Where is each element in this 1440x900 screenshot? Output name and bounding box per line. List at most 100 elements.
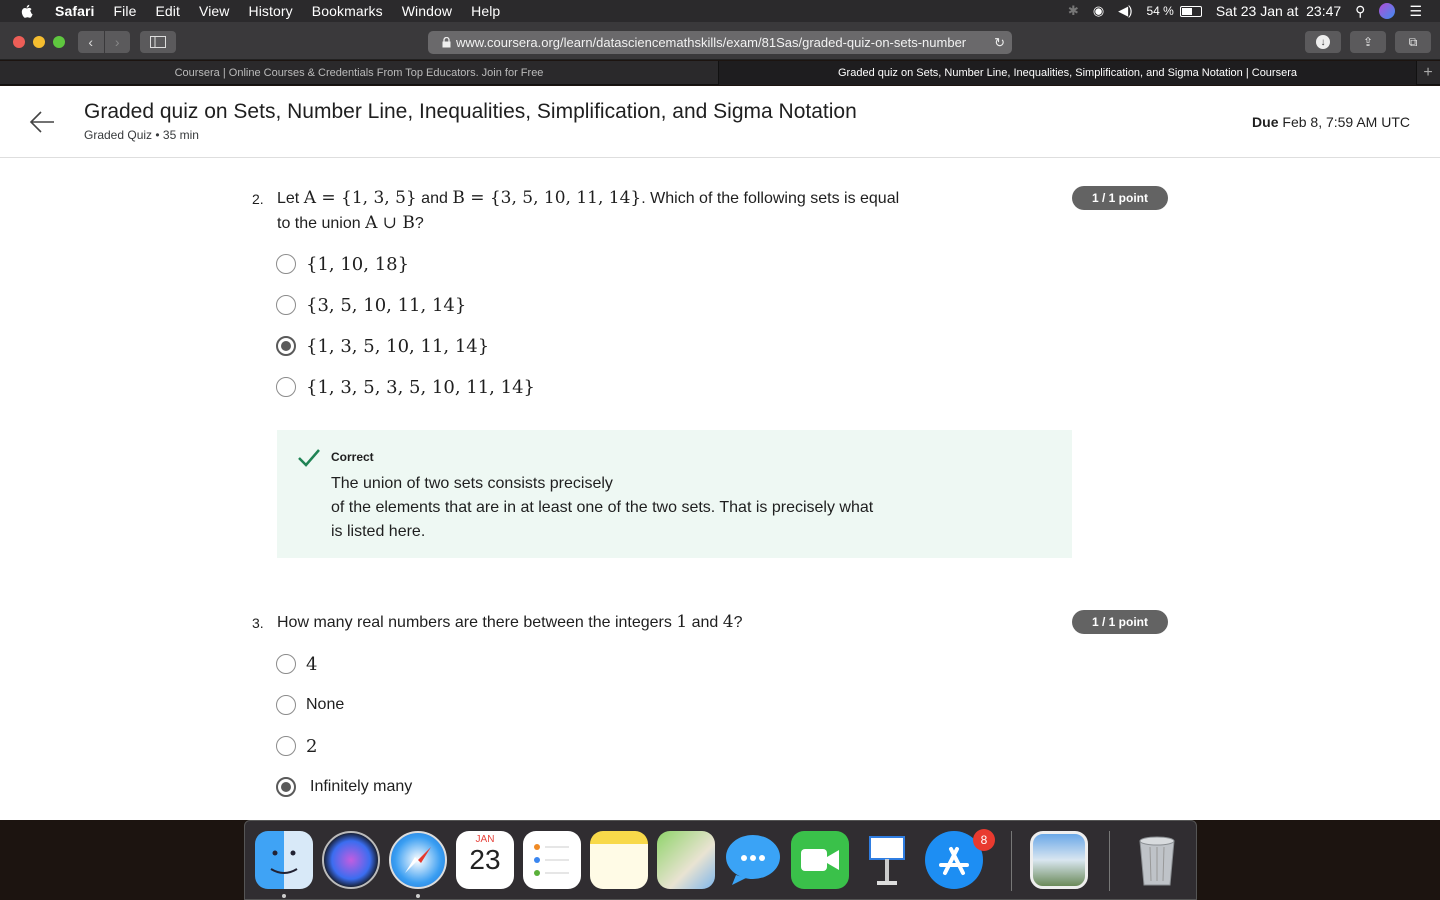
answer-option[interactable]: {3, 5, 10, 11, 14} xyxy=(276,294,466,316)
calendar-icon[interactable]: JAN 23 xyxy=(456,831,514,889)
messages-icon[interactable] xyxy=(724,831,782,889)
answer-option[interactable]: None xyxy=(276,694,344,716)
spotlight-search-icon[interactable]: ⚲ xyxy=(1355,3,1365,20)
tab-label: Graded quiz on Sets, Number Line, Inequa… xyxy=(838,67,1297,79)
radio-button[interactable] xyxy=(276,377,296,397)
facetime-icon[interactable] xyxy=(791,831,849,889)
volume-icon[interactable]: ◀︎) xyxy=(1118,3,1132,19)
menu-help[interactable]: Help xyxy=(471,3,500,19)
maps-icon[interactable] xyxy=(657,831,715,889)
menu-file[interactable]: File xyxy=(114,3,137,19)
minimize-window-button[interactable] xyxy=(33,36,45,48)
sidebar-toggle-button[interactable] xyxy=(140,31,176,53)
option-label: None xyxy=(306,696,345,713)
trash-icon[interactable] xyxy=(1128,831,1186,889)
radio-button-selected[interactable] xyxy=(276,336,296,356)
siri-icon[interactable] xyxy=(322,831,380,889)
question-text-part: and xyxy=(687,614,723,631)
history-nav: ‹ › xyxy=(78,31,130,53)
checkmark-icon xyxy=(298,449,320,467)
option-label: 4 xyxy=(306,653,318,675)
back-button[interactable]: ‹ xyxy=(78,31,104,53)
dock-separator xyxy=(1011,831,1012,891)
preview-icon[interactable] xyxy=(1030,831,1088,889)
feedback-text: The union of two sets consists precisely… xyxy=(331,472,931,544)
quiz-subtitle: Graded Quiz • 35 min xyxy=(84,128,199,142)
forward-button[interactable]: › xyxy=(103,31,131,53)
feedback-title: Correct xyxy=(331,450,374,464)
radio-button[interactable] xyxy=(276,654,296,674)
radio-button[interactable] xyxy=(276,695,296,715)
bluetooth-icon[interactable]: ✱ xyxy=(1068,3,1079,19)
answer-option[interactable]: 2 xyxy=(276,735,317,757)
menu-bookmarks[interactable]: Bookmarks xyxy=(312,3,383,19)
calendar-day: 23 xyxy=(469,844,501,875)
tabs-icon: ⧉ xyxy=(1408,34,1418,49)
radio-button[interactable] xyxy=(276,295,296,315)
keynote-icon[interactable] xyxy=(858,831,916,889)
wifi-icon[interactable]: ◉ xyxy=(1093,3,1104,19)
answer-option[interactable]: {1, 10, 18} xyxy=(276,253,409,275)
zoom-window-button[interactable] xyxy=(53,36,65,48)
clock[interactable]: Sat 23 Jan at 23:47 xyxy=(1216,3,1341,19)
tab-label: Coursera | Online Courses & Credentials … xyxy=(174,67,544,79)
option-label: 2 xyxy=(306,735,318,757)
reload-icon[interactable]: ↻ xyxy=(994,35,1005,51)
due-label: Due xyxy=(1252,114,1279,130)
option-label: Infinitely many xyxy=(310,778,413,795)
points-badge: 1 / 1 point xyxy=(1072,610,1168,634)
option-label: {1, 3, 5, 3, 5, 10, 11, 14} xyxy=(306,376,535,398)
math-expression: B = {3, 5, 10, 11, 14} xyxy=(452,188,642,208)
menu-bar: Safari File Edit View History Bookmarks … xyxy=(0,0,1440,22)
battery-icon[interactable] xyxy=(1179,5,1202,17)
menu-window[interactable]: Window xyxy=(402,3,452,19)
battery-percent: 54 % xyxy=(1146,4,1174,18)
reminders-icon[interactable] xyxy=(523,831,581,889)
notification-center-icon[interactable]: ☰ xyxy=(1409,3,1422,20)
new-tab-button[interactable]: + xyxy=(1417,61,1439,84)
sidebar-icon xyxy=(150,36,166,48)
safari-icon[interactable] xyxy=(389,831,447,889)
answer-option[interactable]: Infinitely many xyxy=(276,776,412,798)
dock-separator xyxy=(1109,831,1110,891)
share-button[interactable]: ⇪ xyxy=(1350,31,1386,53)
radio-button[interactable] xyxy=(276,736,296,756)
download-icon: ↓ xyxy=(1316,35,1330,49)
downloads-button[interactable]: ↓ xyxy=(1305,31,1341,53)
finder-icon[interactable] xyxy=(255,831,313,889)
question-number: 3. xyxy=(252,615,264,631)
question-number: 2. xyxy=(252,191,264,207)
url-text: www.coursera.org/learn/datasciencemathsk… xyxy=(456,35,967,50)
due-date: Due Feb 8, 7:59 AM UTC xyxy=(1252,114,1410,130)
question-text-part: to the union xyxy=(277,215,366,232)
option-label: {1, 3, 5, 10, 11, 14} xyxy=(306,335,490,357)
feedback-line: is listed here. xyxy=(331,523,426,540)
math-expression: A ∪ B xyxy=(365,213,415,233)
address-bar[interactable]: www.coursera.org/learn/datasciencemathsk… xyxy=(428,31,1012,54)
apple-logo-icon[interactable] xyxy=(19,3,35,19)
answer-option[interactable]: {1, 3, 5, 3, 5, 10, 11, 14} xyxy=(276,376,535,398)
quiz-header: Graded quiz on Sets, Number Line, Inequa… xyxy=(0,86,1440,158)
tab-graded-quiz[interactable]: Graded quiz on Sets, Number Line, Inequa… xyxy=(719,61,1417,85)
siri-menu-icon[interactable] xyxy=(1379,3,1396,19)
answer-option[interactable]: {1, 3, 5, 10, 11, 14} xyxy=(276,335,489,357)
tab-strip: Coursera | Online Courses & Credentials … xyxy=(0,61,1440,85)
close-window-button[interactable] xyxy=(13,36,25,48)
radio-button[interactable] xyxy=(276,254,296,274)
menu-history[interactable]: History xyxy=(249,3,293,19)
notes-icon[interactable] xyxy=(590,831,648,889)
tab-coursera-home[interactable]: Coursera | Online Courses & Credentials … xyxy=(0,61,719,85)
menu-view[interactable]: View xyxy=(199,3,230,19)
answer-option[interactable]: 4 xyxy=(276,653,317,675)
question-text-part: ? xyxy=(733,614,743,631)
tab-overview-button[interactable]: ⧉ xyxy=(1395,31,1431,53)
question-text: How many real numbers are there between … xyxy=(277,610,917,635)
question-text-part: Let xyxy=(277,190,304,207)
menu-edit[interactable]: Edit xyxy=(155,3,180,19)
notification-badge: 8 xyxy=(973,829,995,851)
radio-button-selected[interactable] xyxy=(276,777,296,797)
back-arrow-icon[interactable] xyxy=(28,108,56,136)
points-badge: 1 / 1 point xyxy=(1072,186,1168,210)
dock: JAN 23 8 xyxy=(244,820,1197,900)
menu-app-name[interactable]: Safari xyxy=(55,3,95,19)
